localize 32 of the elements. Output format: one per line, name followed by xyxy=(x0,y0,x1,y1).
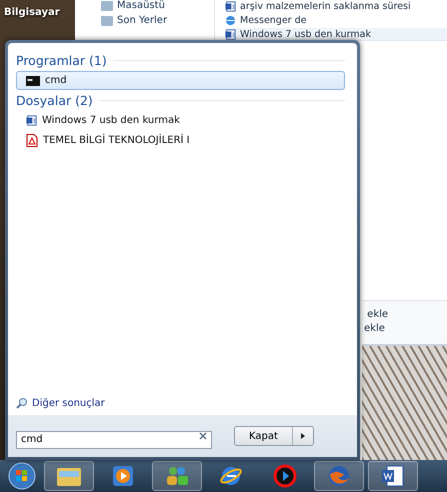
list-text: ekle xyxy=(366,309,390,320)
more-results-link[interactable]: Diğer sonuçlar xyxy=(16,397,105,409)
taskbar-button[interactable] xyxy=(368,461,418,491)
globe-icon xyxy=(225,14,236,26)
search-field[interactable]: cmd xyxy=(16,430,212,448)
caret-icon xyxy=(301,433,305,439)
nav-item[interactable]: Son Yerler xyxy=(117,15,168,26)
recent-item[interactable]: Windows 7 usb den kurmak xyxy=(225,28,447,41)
console-icon xyxy=(26,76,40,86)
group-heading: Dosyalar (2) xyxy=(16,93,93,108)
taskbar-button[interactable] xyxy=(152,461,202,491)
people-icon xyxy=(164,465,190,487)
group-heading: Programlar (1) xyxy=(16,53,107,68)
desktop-icon-label[interactable]: Bilgisayar xyxy=(4,7,60,18)
search-icon xyxy=(16,397,28,409)
result-item[interactable]: Windows 7 usb den kurmak xyxy=(16,111,345,130)
document-icon xyxy=(225,28,236,40)
result-item[interactable]: cmd xyxy=(16,71,345,90)
recent-item[interactable]: arşiv malzemelerin saklanma süresi xyxy=(225,0,447,13)
clear-button[interactable] xyxy=(199,432,207,440)
word-document-icon xyxy=(381,464,405,488)
play-icon xyxy=(112,465,134,487)
fox-globe-icon xyxy=(327,464,351,488)
taskbar-button[interactable] xyxy=(44,461,94,491)
result-item[interactable]: TEMEL BİLGİ TEKNOLOJİLERİ I xyxy=(16,131,345,150)
nav-item[interactable]: Masaüstü xyxy=(117,0,165,11)
play-circle-icon xyxy=(273,464,297,488)
list-text: ekle xyxy=(364,323,386,334)
pdf-file-icon xyxy=(26,134,38,147)
document-icon xyxy=(26,115,37,126)
recent-item[interactable]: Messenger de xyxy=(225,14,447,27)
browser-e-icon xyxy=(219,464,243,488)
